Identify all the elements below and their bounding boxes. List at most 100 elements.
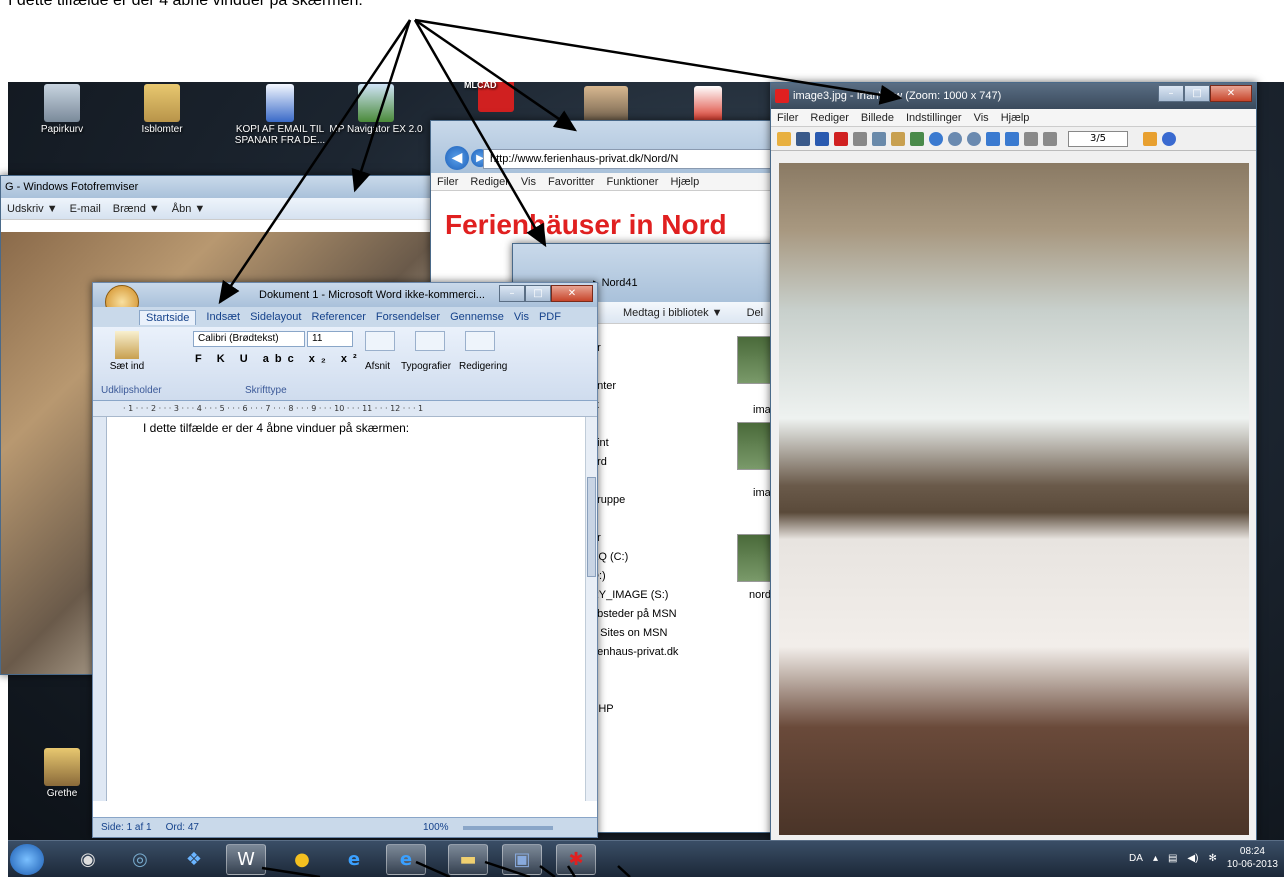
close-icon[interactable]: ✕	[1210, 85, 1252, 102]
nav-item[interactable]: er	[591, 339, 678, 358]
nav-item[interactable]: er	[591, 529, 678, 548]
irfanview-window[interactable]: image3.jpg - IrfanView (Zoom: 1000 x 747…	[770, 82, 1257, 842]
photo-viewer-titlebar[interactable]: G - Windows Fotofremviser	[1, 176, 439, 198]
tab-insert[interactable]: Indsæt	[206, 311, 240, 323]
paste-icon[interactable]	[115, 331, 139, 359]
photo-viewer-taskbar-icon[interactable]: ▣	[502, 844, 542, 875]
desktop-icon-isblomter[interactable]: Isblomter	[122, 84, 202, 135]
back-arrow-icon[interactable]: ◀	[445, 146, 469, 170]
language-indicator[interactable]: DA	[1129, 853, 1143, 864]
nav-item[interactable]	[591, 681, 678, 700]
menu-file[interactable]: Filer	[777, 112, 798, 124]
nav-item[interactable]: oint	[591, 434, 678, 453]
document-canvas[interactable]: I dette tilfælde er der 4 åbne vinduer p…	[107, 417, 585, 801]
nav-item[interactable]	[591, 472, 678, 491]
nav-item[interactable]	[591, 358, 678, 377]
nav-item[interactable]: rienhaus-privat.dk	[591, 643, 678, 662]
nav-item[interactable]: SHP	[591, 700, 678, 719]
previous-arrow-icon[interactable]	[986, 131, 1000, 146]
menu-burn[interactable]: Brænd ▼	[113, 203, 160, 215]
nav-item[interactable]: enter	[591, 377, 678, 396]
volume-icon[interactable]: ◀)	[1187, 853, 1198, 864]
menu-help[interactable]: Hjælp	[670, 176, 699, 188]
messenger-app-icon[interactable]: ◎	[120, 844, 160, 875]
format-buttons[interactable]: F K U abc x₂ x²	[195, 353, 363, 365]
tab-home[interactable]: Startside	[139, 309, 197, 325]
tab-mailings[interactable]: Forsendelser	[376, 311, 440, 323]
menu-tools[interactable]: Funktioner	[606, 176, 658, 188]
ie-active-taskbar-icon[interactable]: e	[386, 844, 426, 875]
open-folder-icon[interactable]	[777, 131, 791, 146]
document-body-text[interactable]: I dette tilfælde er der 4 åbne vinduer p…	[143, 421, 409, 435]
word-taskbar-icon[interactable]: W	[226, 844, 266, 875]
maximize-icon[interactable]: □	[1184, 85, 1210, 102]
desktop-icon-mlcad[interactable]: MLCAD	[456, 82, 536, 114]
copy-icon[interactable]	[872, 131, 886, 146]
nav-item[interactable]	[591, 662, 678, 681]
update-icon[interactable]: ✻	[1208, 853, 1216, 864]
nav-item[interactable]: ebsteder på MSN	[591, 605, 678, 624]
next-arrow-icon[interactable]	[1005, 131, 1019, 146]
status-zoom[interactable]: 100%	[423, 822, 449, 833]
horizontal-ruler[interactable]: · 1 · · · 2 · · · 3 · · · 4 · · · 5 · · …	[93, 401, 597, 417]
nav-item[interactable]: gruppe	[591, 491, 678, 510]
start-button-icon[interactable]	[10, 844, 44, 875]
breadcrumb[interactable]: ▸ Nord41	[593, 276, 638, 289]
tab-references[interactable]: Referencer	[311, 311, 365, 323]
menu-email[interactable]: E-mail	[70, 203, 101, 215]
nav-item[interactable]: ord	[591, 453, 678, 472]
menu-open[interactable]: Åbn ▼	[172, 203, 206, 215]
rotate-right-icon[interactable]	[1043, 131, 1057, 146]
delete-icon[interactable]	[834, 131, 848, 146]
settings-icon[interactable]	[1143, 131, 1157, 146]
nav-item[interactable]: D:)	[591, 567, 678, 586]
zoom-in-icon[interactable]	[948, 131, 962, 146]
paragraph-button[interactable]: Afsnit	[365, 361, 390, 372]
tab-view[interactable]: Vis	[514, 311, 529, 323]
ie-app-icon[interactable]: e	[334, 844, 374, 875]
include-in-library-button[interactable]: Medtag i bibliotek ▼	[623, 307, 723, 319]
editing-button[interactable]: Redigering	[459, 361, 507, 372]
zoom-slider[interactable]	[462, 825, 553, 830]
font-name-field[interactable]: Calibri (Brødtekst)	[193, 331, 305, 347]
tab-page-layout[interactable]: Sidelayout	[250, 311, 301, 323]
rotate-left-icon[interactable]	[1024, 131, 1038, 146]
chrome-app-icon[interactable]: ●	[282, 844, 322, 875]
minimize-icon[interactable]: –	[499, 285, 525, 302]
zoom-out-icon[interactable]	[967, 131, 981, 146]
nav-item[interactable]	[591, 415, 678, 434]
word-window[interactable]: Dokument 1 - Microsoft Word ikke-kommerc…	[92, 282, 598, 838]
nav-item[interactable]: b Sites on MSN	[591, 624, 678, 643]
share-button[interactable]: Del	[747, 307, 764, 319]
vertical-scrollbar[interactable]	[585, 417, 597, 801]
maximize-icon[interactable]: □	[525, 285, 551, 302]
address-bar[interactable]: http://www.ferienhaus-privat.dk/Nord/N	[483, 149, 783, 169]
menu-options[interactable]: Indstillinger	[906, 112, 962, 124]
menu-image[interactable]: Billede	[861, 112, 894, 124]
save-icon[interactable]	[815, 131, 829, 146]
minimize-icon[interactable]: –	[1158, 85, 1184, 102]
status-word-count[interactable]: Ord: 47	[166, 822, 199, 833]
irfanview-taskbar-icon[interactable]: ✱	[556, 844, 596, 875]
vertical-ruler[interactable]	[93, 417, 107, 801]
tab-pdf[interactable]: PDF	[539, 311, 561, 323]
tray-expand-icon[interactable]: ▴	[1153, 853, 1158, 864]
menu-favorites[interactable]: Favoritter	[548, 176, 594, 188]
menu-help[interactable]: Hjælp	[1001, 112, 1030, 124]
help-icon[interactable]	[1162, 131, 1176, 146]
network-icon[interactable]: ▤	[1168, 853, 1177, 864]
status-page[interactable]: Side: 1 af 1	[101, 822, 152, 833]
tab-review[interactable]: Gennemse	[450, 311, 504, 323]
explorer-taskbar-icon[interactable]: ▬	[448, 844, 488, 875]
desktop-icon-grethe[interactable]: Grethe	[22, 748, 102, 799]
page-counter[interactable]: 3/5	[1068, 130, 1128, 147]
clock[interactable]: 08:24 10-06-2013	[1227, 845, 1278, 871]
menu-edit[interactable]: Rediger	[810, 112, 849, 124]
nav-item[interactable]	[591, 510, 678, 529]
menu-print[interactable]: Udskriv ▼	[7, 203, 58, 215]
nav-item[interactable]: RY_IMAGE (S:)	[591, 586, 678, 605]
info-icon[interactable]	[929, 131, 943, 146]
cut-icon[interactable]	[853, 131, 867, 146]
nav-item[interactable]: ix	[591, 396, 678, 415]
nav-item[interactable]: AQ (C:)	[591, 548, 678, 567]
